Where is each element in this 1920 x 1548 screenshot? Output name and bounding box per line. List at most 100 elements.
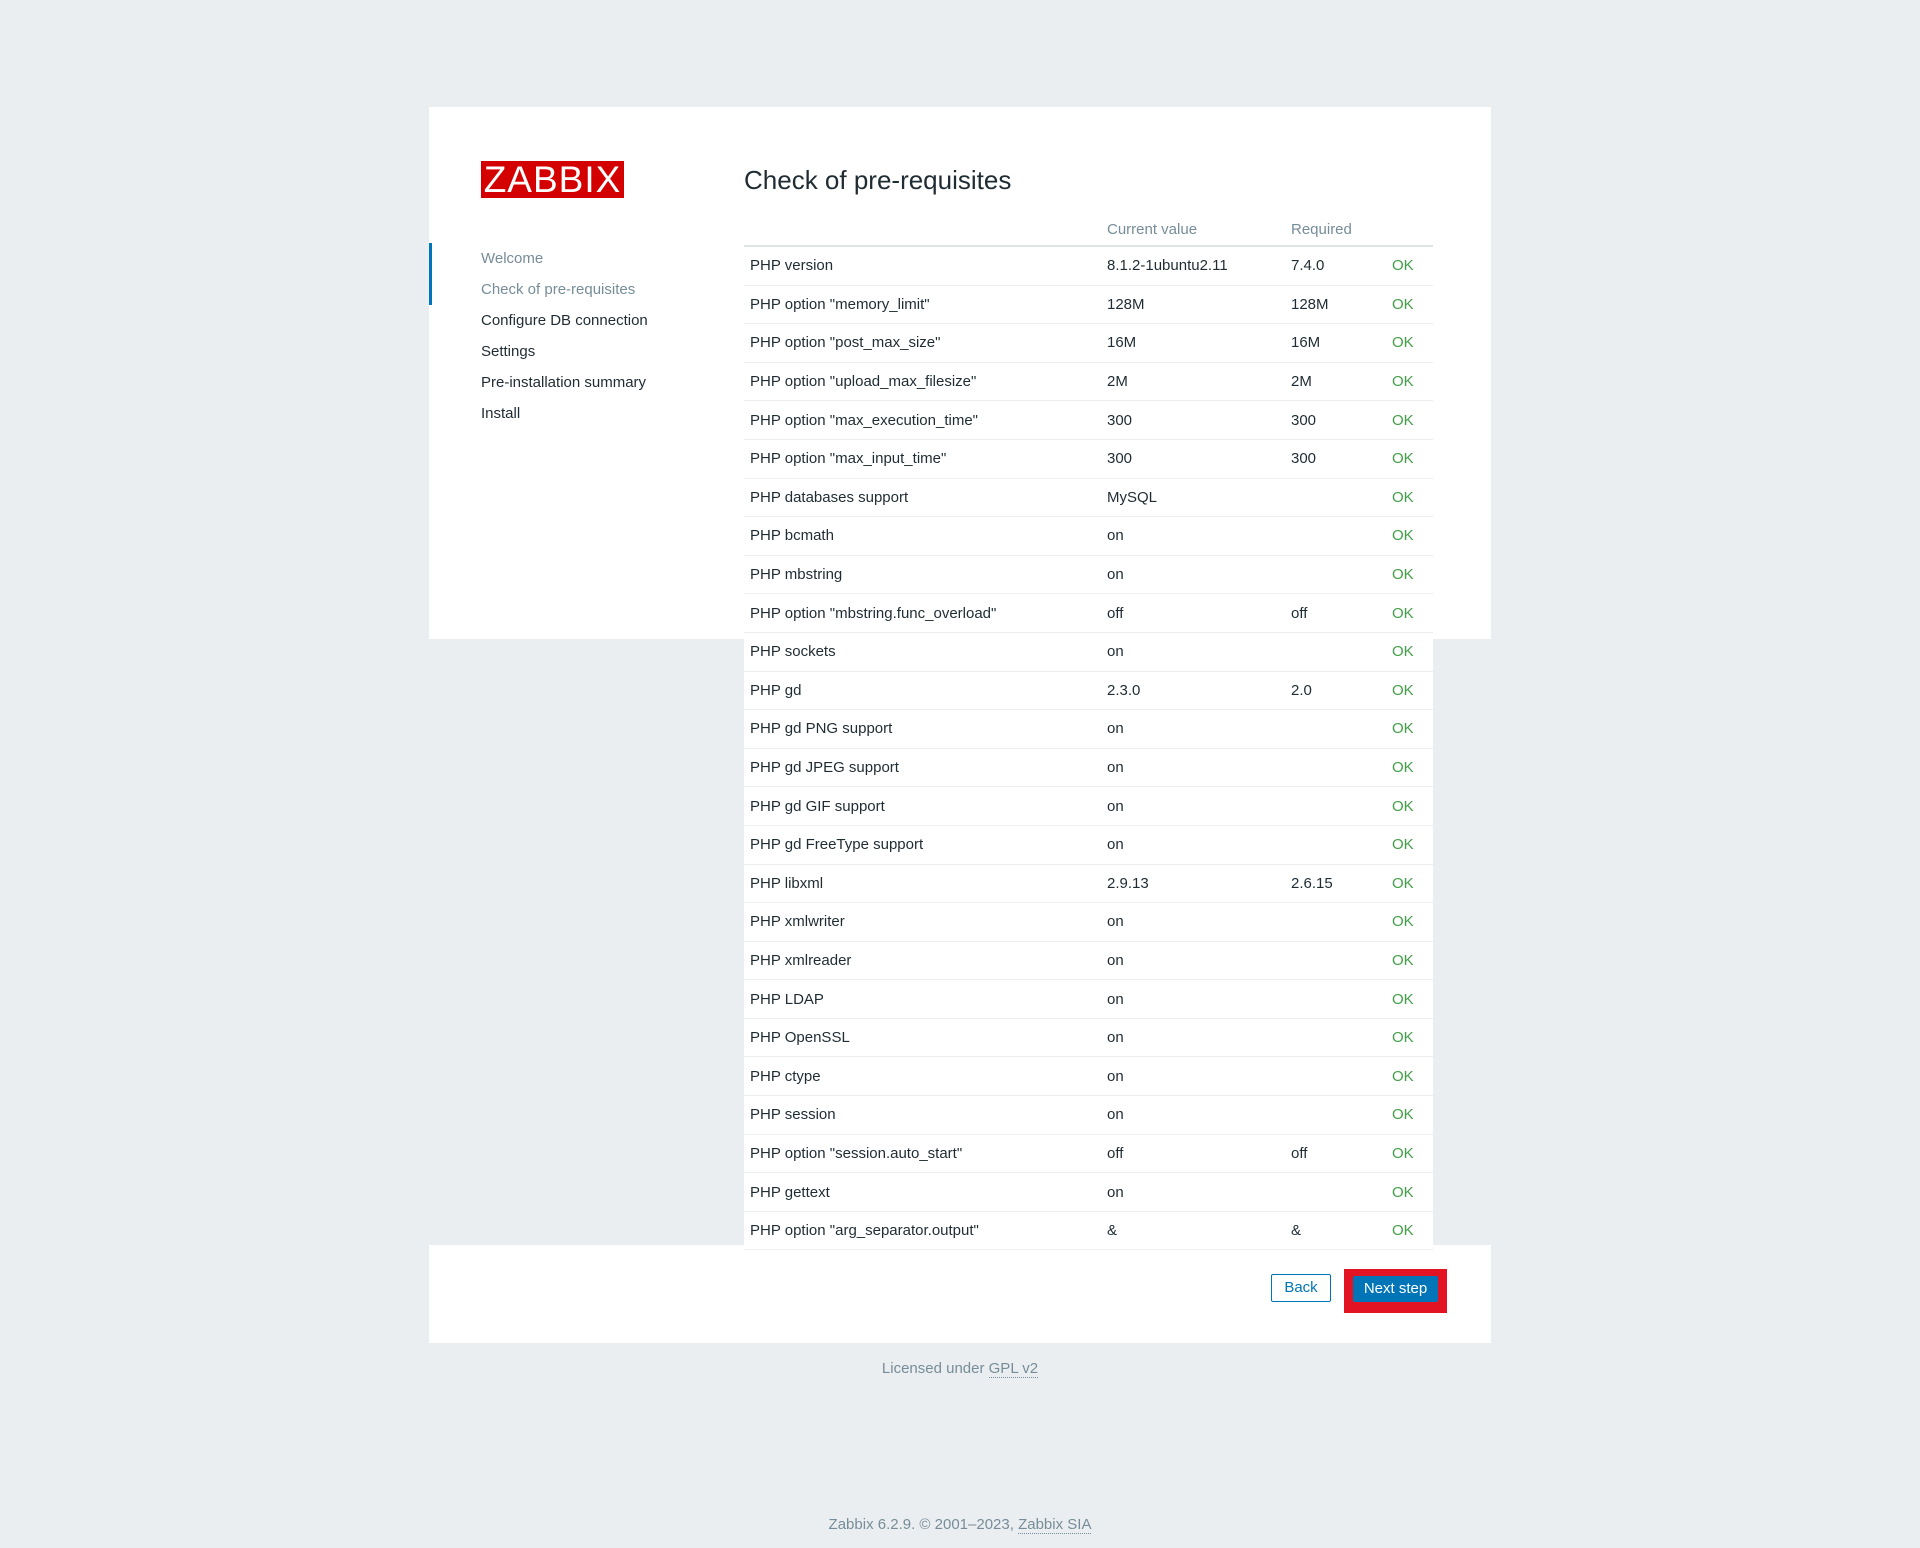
row-required-value: [1285, 825, 1386, 865]
row-name: PHP option "max_input_time": [744, 439, 1101, 479]
row-name: PHP gd PNG support: [744, 709, 1101, 749]
table-header-row: Current value Required: [744, 214, 1433, 247]
row-name: PHP sockets: [744, 632, 1101, 672]
row-name: PHP OpenSSL: [744, 1018, 1101, 1058]
row-status: OK: [1386, 246, 1433, 286]
prerequisites-table-container[interactable]: Current value Required PHP version 8.1.2-…: [744, 214, 1438, 1251]
back-button[interactable]: Back: [1271, 1274, 1331, 1302]
table-row: PHP option "post_max_size" 16M 16M OK: [744, 323, 1433, 363]
row-status: OK: [1386, 748, 1433, 788]
row-name: PHP option "upload_max_filesize": [744, 362, 1101, 402]
row-required-value: [1285, 478, 1386, 518]
row-current-value: 300: [1101, 439, 1285, 479]
table-row: PHP option "session.auto_start" off off OK: [744, 1134, 1433, 1174]
row-name: PHP version: [744, 246, 1101, 286]
row-current-value: 2.3.0: [1101, 671, 1285, 711]
row-status: OK: [1386, 825, 1433, 865]
row-name: PHP LDAP: [744, 979, 1101, 1019]
prerequisites-table: Current value Required PHP version 8.1.2-…: [744, 214, 1433, 1251]
row-status: OK: [1386, 1018, 1433, 1058]
row-current-value: on: [1101, 941, 1285, 981]
row-status: OK: [1386, 593, 1433, 633]
row-required-value: 128M: [1285, 285, 1386, 325]
row-name: PHP gd FreeType support: [744, 825, 1101, 865]
row-current-value: on: [1101, 786, 1285, 826]
row-current-value: on: [1101, 632, 1285, 672]
row-status: OK: [1386, 439, 1433, 479]
row-required-value: [1285, 516, 1386, 556]
row-name: PHP gettext: [744, 1172, 1101, 1212]
setup-footer-panel: [429, 1245, 1491, 1343]
table-row: PHP bcmath on OK: [744, 516, 1433, 556]
table-row: PHP gd FreeType support on OK: [744, 825, 1433, 865]
row-name: PHP libxml: [744, 864, 1101, 904]
row-name: PHP gd GIF support: [744, 786, 1101, 826]
table-row: PHP option "memory_limit" 128M 128M OK: [744, 285, 1433, 325]
row-current-value: on: [1101, 979, 1285, 1019]
row-status: OK: [1386, 400, 1433, 440]
row-status: OK: [1386, 1134, 1433, 1174]
license-text: Licensed under GPL v2: [0, 1358, 1920, 1380]
row-required-value: [1285, 941, 1386, 981]
row-required-value: [1285, 1056, 1386, 1097]
row-required-value: &: [1285, 1211, 1386, 1251]
row-current-value: on: [1101, 902, 1285, 942]
row-current-value: on: [1101, 1172, 1285, 1212]
row-status: OK: [1386, 941, 1433, 981]
table-row: PHP option "mbstring.func_overload" off of…: [744, 593, 1433, 633]
row-status: OK: [1386, 632, 1433, 672]
row-current-value: on: [1101, 1018, 1285, 1058]
table-row: PHP databases support MySQL OK: [744, 478, 1433, 518]
table-row: PHP gd PNG support on OK: [744, 709, 1433, 749]
row-current-value: 2M: [1101, 362, 1285, 402]
step-settings: Settings: [481, 343, 536, 360]
table-row: PHP mbstring on OK: [744, 555, 1433, 595]
row-name: PHP ctype: [744, 1056, 1101, 1097]
table-row: PHP ctype on OK: [744, 1056, 1433, 1097]
zabbix-logo: ZABBIX: [481, 161, 624, 198]
step-configure-db: Configure DB connection: [481, 312, 648, 329]
zabbix-sia-link[interactable]: Zabbix SIA: [1018, 1516, 1092, 1534]
row-name: PHP option "memory_limit": [744, 285, 1101, 325]
row-current-value: on: [1101, 516, 1285, 556]
row-status: OK: [1386, 1095, 1433, 1135]
row-name: PHP session: [744, 1095, 1101, 1135]
gpl-link[interactable]: GPL v2: [988, 1360, 1039, 1378]
row-status: OK: [1386, 1211, 1433, 1251]
row-required-value: [1285, 555, 1386, 595]
row-required-value: [1285, 1172, 1386, 1212]
next-step-button[interactable]: Next step: [1353, 1276, 1438, 1302]
row-current-value: 300: [1101, 400, 1285, 440]
row-required-value: 300: [1285, 400, 1386, 440]
table-row: PHP gd JPEG support on OK: [744, 748, 1433, 788]
row-required-value: 300: [1285, 439, 1386, 479]
row-current-value: on: [1101, 1056, 1285, 1097]
step-check-prerequisites: Check of pre-requisites: [481, 281, 636, 298]
row-status: OK: [1386, 1172, 1433, 1212]
row-required-value: [1285, 1018, 1386, 1058]
row-status: OK: [1386, 555, 1433, 595]
copyright-prefix: Zabbix 6.2.9. © 2001–2023,: [828, 1516, 1019, 1533]
row-name: PHP option "post_max_size": [744, 323, 1101, 363]
table-row: PHP sockets on OK: [744, 632, 1433, 672]
row-current-value: on: [1101, 555, 1285, 595]
row-required-value: 2.6.15: [1285, 864, 1386, 904]
row-current-value: off: [1101, 593, 1285, 633]
table-row: PHP option "upload_max_filesize" 2M 2M OK: [744, 362, 1433, 402]
row-required-value: 7.4.0: [1285, 246, 1386, 286]
table-row: PHP xmlwriter on OK: [744, 902, 1433, 942]
row-current-value: 16M: [1101, 323, 1285, 363]
row-current-value: on: [1101, 709, 1285, 749]
row-current-value: off: [1101, 1134, 1285, 1174]
row-required-value: [1285, 632, 1386, 672]
table-row: PHP libxml 2.9.13 2.6.15 OK: [744, 864, 1433, 904]
header-current-value: Current value: [1101, 214, 1285, 247]
step-welcome: Welcome: [481, 250, 544, 267]
row-status: OK: [1386, 285, 1433, 325]
row-status: OK: [1386, 902, 1433, 942]
row-required-value: [1285, 1095, 1386, 1135]
row-status: OK: [1386, 671, 1433, 711]
row-status: OK: [1386, 786, 1433, 826]
row-name: PHP option "session.auto_start": [744, 1134, 1101, 1174]
row-name: PHP xmlreader: [744, 941, 1101, 981]
